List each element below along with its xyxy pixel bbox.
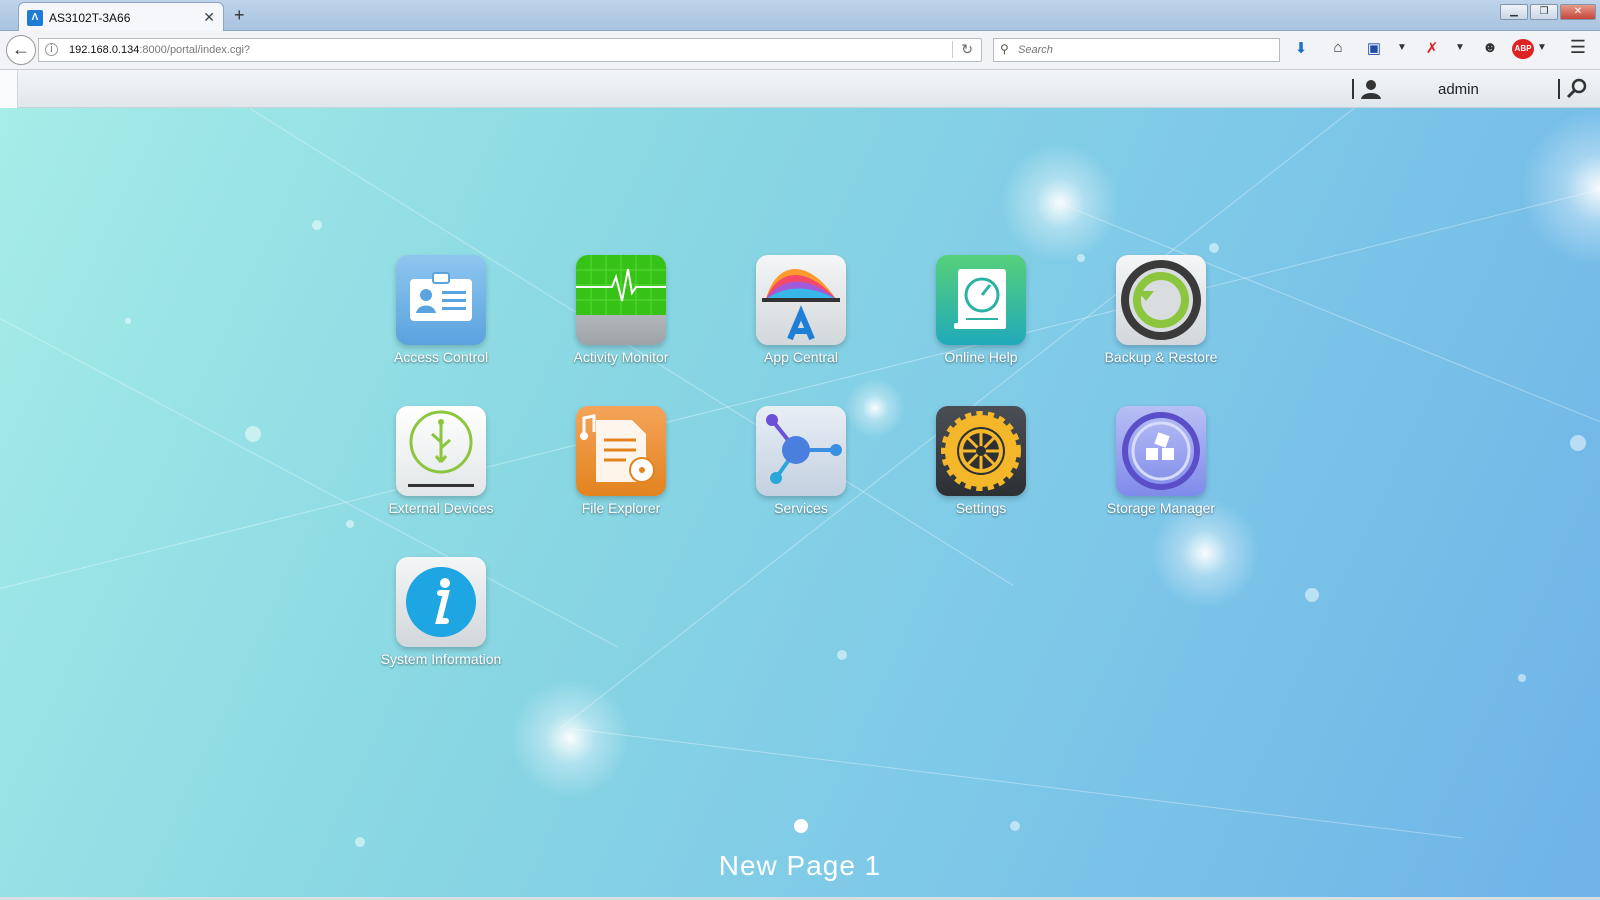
app-backup-restore[interactable]: Backup & Restore	[1086, 255, 1236, 375]
close-icon[interactable]: ✕	[1560, 4, 1596, 20]
background-dot	[312, 220, 322, 230]
activity-monitor-icon	[576, 255, 666, 345]
app-header: admin	[0, 70, 1600, 108]
adblock-plus-icon[interactable]: ABP	[1512, 39, 1534, 59]
app-label: File Explorer	[581, 500, 661, 516]
background-glow	[510, 678, 630, 798]
services-icon	[756, 406, 846, 496]
app-file-explorer[interactable]: File Explorer	[546, 406, 696, 526]
app-label: App Central	[764, 349, 838, 365]
app-label: Online Help	[944, 349, 1018, 365]
background-glow	[1520, 108, 1600, 268]
page-indicator-dot[interactable]	[794, 819, 808, 833]
user-icon[interactable]	[1360, 78, 1382, 100]
app-label: Services	[774, 500, 828, 516]
ghost-icon[interactable]: ☻	[1480, 39, 1500, 56]
system-information-icon	[396, 557, 486, 647]
background-dot	[125, 318, 131, 324]
menu-icon[interactable]: ☰	[1568, 37, 1588, 58]
app-services[interactable]: Services	[726, 406, 876, 526]
app-label: Activity Monitor	[573, 349, 669, 365]
app-central-icon	[756, 255, 846, 345]
browser-tab-bar: Λ AS3102T-3A66 ✕ + ▁ ❐ ✕	[0, 0, 1600, 31]
app-label: Access Control	[393, 349, 489, 365]
online-help-icon	[936, 255, 1026, 345]
background-dot	[1209, 243, 1219, 253]
background-dot	[245, 426, 261, 442]
app-storage-manager[interactable]: Storage Manager	[1086, 406, 1236, 526]
home-icon[interactable]: ⌂	[1328, 39, 1348, 56]
app-activity-monitor[interactable]: Activity Monitor	[546, 255, 696, 375]
access-control-icon	[396, 255, 486, 345]
divider	[1558, 79, 1560, 99]
search-icon[interactable]	[1566, 78, 1588, 100]
asustor-favicon-icon: Λ	[27, 10, 43, 26]
tab-title: AS3102T-3A66	[49, 11, 131, 25]
search-box[interactable]: ⚲	[993, 38, 1280, 62]
search-input[interactable]	[1018, 42, 1268, 58]
background-dot	[1518, 674, 1526, 682]
username-label[interactable]: admin	[1438, 81, 1479, 98]
divider	[1352, 79, 1354, 99]
download-icon[interactable]: ⬇	[1291, 39, 1311, 57]
background-dot	[346, 520, 354, 528]
restore-icon[interactable]: ❐	[1530, 4, 1558, 20]
tab-close-icon[interactable]: ✕	[203, 9, 215, 26]
new-tab-button[interactable]: +	[234, 5, 245, 26]
save-icon[interactable]: ▣	[1364, 39, 1384, 57]
app-label: External Devices	[388, 500, 494, 516]
app-label: Storage Manager	[1106, 500, 1216, 516]
search-icon: ⚲	[1000, 42, 1009, 56]
app-label: System Information	[380, 651, 502, 667]
url-text: 192.168.0.134:8000/portal/index.cgi?	[69, 44, 250, 56]
minimize-icon[interactable]: ▁	[1500, 4, 1528, 20]
storage-manager-icon	[1116, 406, 1206, 496]
info-icon[interactable]: i	[45, 43, 58, 56]
backup-restore-icon	[1116, 255, 1206, 345]
background-dot	[1570, 435, 1586, 451]
url-path: :8000/portal/index.cgi?	[139, 44, 251, 56]
background-dot	[1077, 254, 1085, 262]
back-arrow-icon: ←	[12, 39, 30, 59]
dropdown-icon[interactable]: ▼	[1532, 42, 1552, 53]
app-access-control[interactable]: Access Control	[366, 255, 516, 375]
sidebar-toggle[interactable]	[0, 70, 18, 108]
app-online-help[interactable]: Online Help	[906, 255, 1056, 375]
background-dot	[355, 837, 365, 847]
app-settings[interactable]: Settings	[906, 406, 1056, 526]
reload-icon[interactable]: ↻	[952, 41, 973, 58]
external-devices-icon	[396, 406, 486, 496]
app-system-information[interactable]: System Information	[366, 557, 516, 677]
back-button[interactable]: ←	[6, 35, 36, 65]
app-external-devices[interactable]: External Devices	[366, 406, 516, 526]
background-line	[0, 318, 619, 648]
browser-nav-bar: ← i 192.168.0.134:8000/portal/index.cgi?…	[0, 31, 1600, 70]
url-host: 192.168.0.134	[69, 44, 140, 56]
app-label: Settings	[955, 500, 1007, 516]
browser-tab[interactable]: Λ AS3102T-3A66 ✕	[18, 2, 224, 31]
background-glow	[1000, 143, 1120, 263]
page-title: New Page 1	[718, 850, 882, 881]
url-bar[interactable]: i 192.168.0.134:8000/portal/index.cgi? ↻	[38, 38, 982, 62]
background-dot	[837, 650, 847, 660]
file-explorer-icon	[576, 406, 666, 496]
background-dot	[1010, 821, 1020, 831]
background-line	[0, 176, 1600, 589]
dropdown-icon[interactable]: ▼	[1450, 42, 1470, 53]
settings-icon	[936, 406, 1026, 496]
dropdown-icon[interactable]: ▼	[1392, 42, 1412, 53]
background-dot	[1305, 588, 1319, 602]
app-app-central[interactable]: App Central	[726, 255, 876, 375]
addon-icon[interactable]: ✗	[1422, 39, 1442, 57]
app-label: Backup & Restore	[1104, 349, 1218, 365]
